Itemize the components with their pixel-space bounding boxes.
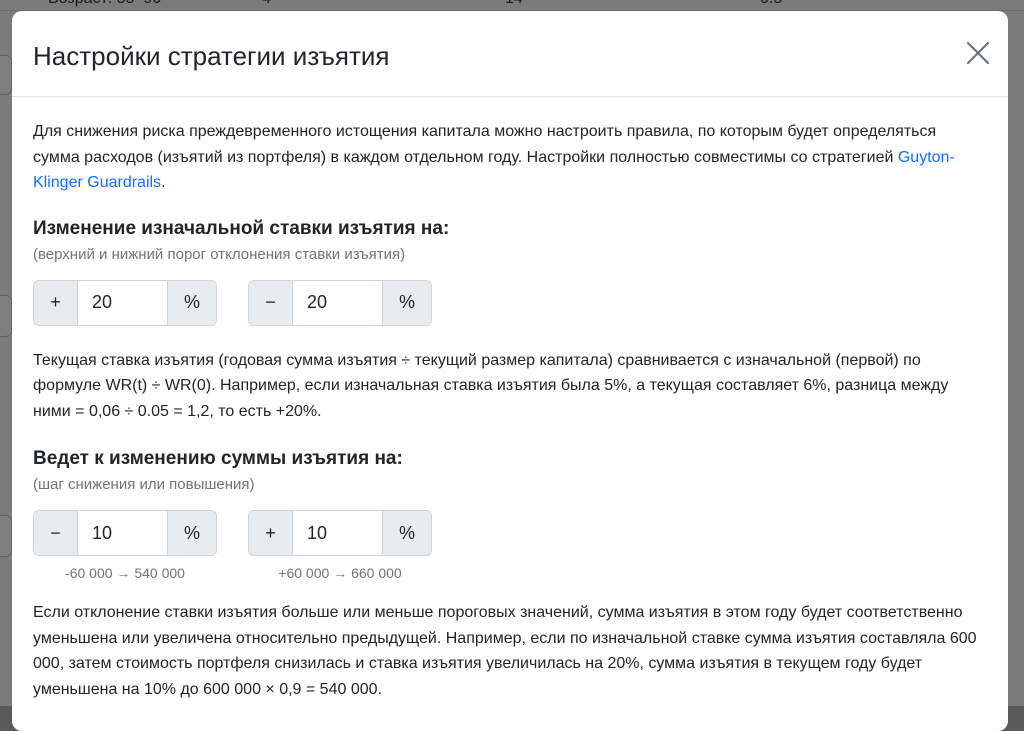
upper-threshold-group: + % [33, 279, 217, 326]
intro-text-end: . [161, 174, 166, 191]
modal-header: Настройки стратегии изъятия [12, 11, 1008, 97]
threshold-section: Изменение изначальной ставки изъятия на:… [33, 217, 987, 425]
withdrawal-strategy-modal: Настройки стратегии изъятия Для снижения… [12, 11, 1008, 731]
percent-addon: % [382, 280, 431, 325]
decrease-calc-text: -60 000 → 540 000 [65, 565, 185, 581]
threshold-hint: (верхний и нижний порог отклонения ставк… [33, 245, 406, 263]
close-icon [966, 41, 990, 65]
modal-body: Для снижения риска преждевременного исто… [12, 97, 1008, 702]
minus-addon: − [249, 280, 293, 325]
plus-addon: + [34, 280, 78, 325]
minus-addon: − [34, 511, 78, 555]
decrease-step-group: − % -60 000 → 540 000 [33, 510, 217, 582]
close-button[interactable] [962, 37, 994, 69]
intro-text-part: Для снижения риска преждевременного исто… [33, 123, 937, 166]
step-inputs: − % -60 000 → 540 000 + % +60 000 → 660 … [33, 510, 987, 582]
upper-threshold-input[interactable] [78, 280, 167, 325]
increase-calc-text: +60 000 → 660 000 [278, 565, 402, 581]
threshold-explanation: Текущая ставка изъятия (годовая сумма из… [33, 351, 949, 420]
step-section: Ведет к изменению суммы изъятия на: (шаг… [33, 447, 987, 702]
percent-addon: % [167, 511, 216, 555]
percent-addon: % [382, 511, 431, 555]
modal-title: Настройки стратегии изъятия [33, 41, 390, 71]
intro-text: Для снижения риска преждевременного исто… [33, 119, 987, 196]
increase-step-input[interactable] [293, 511, 382, 555]
percent-addon: % [167, 280, 216, 325]
lower-threshold-group: − % [248, 279, 432, 326]
plus-addon: + [249, 511, 293, 555]
step-heading: Ведет к изменению суммы изъятия на: [33, 448, 403, 469]
threshold-inputs: + % − % [33, 279, 987, 326]
lower-threshold-input[interactable] [293, 280, 382, 325]
threshold-heading: Изменение изначальной ставки изъятия на: [33, 217, 450, 239]
decrease-step-input[interactable] [78, 511, 167, 555]
step-hint: (шаг снижения или повышения) [33, 476, 255, 493]
increase-step-group: + % +60 000 → 660 000 [248, 510, 432, 582]
step-explanation: Если отклонение ставки изъятия больше ил… [33, 604, 977, 698]
